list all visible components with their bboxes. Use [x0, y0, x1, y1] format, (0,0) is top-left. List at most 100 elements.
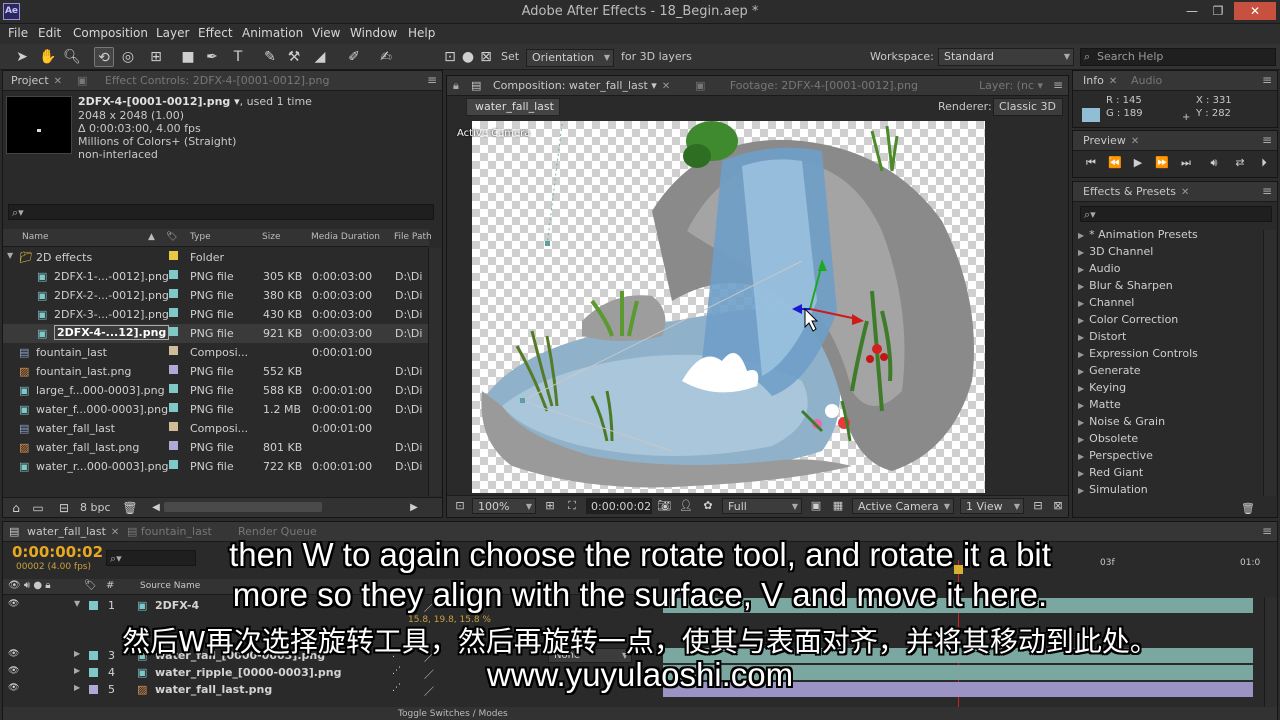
- pan-behind-tool-icon[interactable]: ⊞: [146, 47, 166, 67]
- next-frame-icon[interactable]: ⏩: [1152, 153, 1172, 173]
- ram-preview-icon[interactable]: ⏵: [1254, 153, 1274, 173]
- expand-triangle-icon[interactable]: ▶: [1078, 435, 1084, 444]
- tab-effects-presets[interactable]: Effects & Presets ✕: [1083, 185, 1189, 198]
- puppet-pin-tool-icon[interactable]: ✍: [376, 47, 396, 67]
- tab-preview[interactable]: Preview ✕: [1083, 134, 1139, 147]
- previous-frame-icon[interactable]: ⏪: [1105, 153, 1125, 173]
- effects-category-item[interactable]: ▶ Matte: [1078, 398, 1121, 411]
- column-name[interactable]: Name: [22, 232, 49, 242]
- delete-icon[interactable]: 🗑︎: [1238, 499, 1258, 519]
- interpret-footage-icon[interactable]: ⌂: [6, 498, 26, 518]
- menu-animation[interactable]: Animation: [242, 26, 303, 40]
- always-preview-icon[interactable]: ⊡: [450, 496, 470, 516]
- region-of-interest-icon[interactable]: ▣: [806, 496, 826, 516]
- project-item[interactable]: ▣ water_r...000-0003].png PNG file 722 KB 0:…: [3, 457, 429, 476]
- transparency-grid-icon[interactable]: ▦: [828, 496, 848, 516]
- roto-brush-tool-icon[interactable]: ✐: [344, 47, 364, 67]
- effects-search-input[interactable]: ⌕▾: [1080, 206, 1272, 222]
- column-file-path[interactable]: File Path: [394, 232, 432, 242]
- label-color-swatch[interactable]: [169, 422, 178, 431]
- world-axis-mode-icon[interactable]: ●: [458, 47, 478, 67]
- expand-triangle-icon[interactable]: ▶: [1078, 418, 1084, 427]
- brush-tool-icon[interactable]: ✎: [260, 47, 280, 67]
- effects-category-item[interactable]: ▶ Noise & Grain: [1078, 415, 1165, 428]
- close-button[interactable]: ✕: [1234, 2, 1276, 20]
- snapshot-icon[interactable]: 📷︎: [654, 496, 674, 516]
- label-color-swatch[interactable]: [169, 346, 178, 355]
- effects-category-item[interactable]: ▶ Distort: [1078, 330, 1126, 343]
- delete-icon[interactable]: 🗑︎: [120, 498, 140, 518]
- effects-category-item[interactable]: ▶ Red Giant: [1078, 466, 1143, 479]
- project-item[interactable]: ▣ 2DFX-2-...-0012].png PNG file 380 KB 0:00:…: [3, 286, 429, 305]
- channel-icon[interactable]: ✿: [698, 496, 718, 516]
- effects-category-item[interactable]: ▶ Blur & Sharpen: [1078, 279, 1173, 292]
- effects-category-item[interactable]: ▶ Color Correction: [1078, 313, 1178, 326]
- workspace-dropdown[interactable]: Standard ▼: [938, 48, 1074, 66]
- project-item[interactable]: ▣ 2DFX-3-...-0012].png PNG file 430 KB 0:00:…: [3, 305, 429, 324]
- new-folder-icon[interactable]: ▭: [28, 498, 48, 518]
- expand-triangle-icon[interactable]: ▶: [1078, 265, 1084, 274]
- label-color-swatch[interactable]: [169, 327, 178, 336]
- type-tool-icon[interactable]: T: [228, 47, 248, 67]
- menu-window[interactable]: Window: [350, 26, 397, 40]
- local-axis-mode-icon[interactable]: ⊡: [440, 47, 460, 67]
- label-color-swatch[interactable]: [169, 403, 178, 412]
- label-color-swatch[interactable]: [169, 308, 178, 317]
- expand-triangle-icon[interactable]: ▶: [1078, 367, 1084, 376]
- expand-triangle-icon[interactable]: ▶: [1078, 384, 1084, 393]
- toggle-pixel-aspect-icon[interactable]: ⊟: [1028, 496, 1048, 516]
- panel-menu-icon[interactable]: ≡: [1262, 73, 1272, 87]
- camera-view-dropdown[interactable]: Active Camera ▼: [852, 498, 954, 514]
- menu-file[interactable]: File: [8, 26, 28, 40]
- rotate-tool-icon[interactable]: ⟲: [94, 47, 114, 67]
- effects-category-item[interactable]: ▶ Generate: [1078, 364, 1141, 377]
- project-scrollbar[interactable]: [428, 248, 441, 496]
- panel-menu-icon[interactable]: ≡: [1262, 133, 1272, 147]
- view-layout-dropdown[interactable]: 1 View ▼: [960, 498, 1024, 514]
- maximize-button[interactable]: ❐: [1206, 2, 1230, 20]
- tab-audio[interactable]: Audio: [1131, 74, 1162, 87]
- menu-view[interactable]: View: [312, 26, 340, 40]
- toggle-switches-modes-button[interactable]: Toggle Switches / Modes: [398, 709, 508, 719]
- column-size[interactable]: Size: [262, 232, 280, 242]
- effects-category-item[interactable]: ▶ Perspective: [1078, 449, 1153, 462]
- fit-icon[interactable]: ⊞: [540, 496, 560, 516]
- expand-triangle-icon[interactable]: ▶: [1078, 350, 1084, 359]
- project-item[interactable]: ▼ 📁︎ 2D effects Folder: [3, 248, 429, 267]
- pen-tool-icon[interactable]: ✒: [202, 47, 222, 67]
- hand-tool-icon[interactable]: ✋: [38, 47, 58, 67]
- rectangle-tool-icon[interactable]: ■: [178, 47, 198, 67]
- zoom-tool-icon[interactable]: 🔍︎: [62, 47, 82, 67]
- current-time-field[interactable]: 0:00:00:02: [586, 498, 652, 514]
- project-item[interactable]: ▨ water_fall_last.png PNG file 801 KB D:\Di: [3, 438, 429, 457]
- effects-category-item[interactable]: ▶ 3D Channel: [1078, 245, 1153, 258]
- menu-effect[interactable]: Effect: [198, 26, 233, 40]
- comp-flowchart-icon[interactable]: ▤: [471, 79, 481, 92]
- horizontal-scrollbar[interactable]: [164, 502, 322, 512]
- first-frame-icon[interactable]: ⏮: [1081, 153, 1101, 173]
- effects-category-item[interactable]: ▶ Obsolete: [1078, 432, 1138, 445]
- renderer-button[interactable]: Classic 3D: [993, 98, 1063, 116]
- expand-triangle-icon[interactable]: ▶: [1078, 452, 1084, 461]
- lock-icon[interactable]: 🔒︎: [453, 79, 459, 93]
- effects-scrollbar[interactable]: [1263, 230, 1276, 496]
- panel-menu-icon[interactable]: ≡: [1262, 184, 1272, 198]
- eraser-tool-icon[interactable]: ◢: [310, 47, 330, 67]
- project-item[interactable]: ▤ water_fall_last Composi... 0:00:01:00: [3, 419, 429, 438]
- safe-margins-icon[interactable]: ⛶: [562, 496, 582, 516]
- camera-orbit-tool-icon[interactable]: ◎: [118, 47, 138, 67]
- tab-layer[interactable]: Layer: (nc ▾: [979, 79, 1043, 92]
- minimize-button[interactable]: —: [1180, 2, 1204, 20]
- expand-triangle-icon[interactable]: ▶: [1078, 282, 1084, 291]
- scroll-right-icon[interactable]: ▶: [404, 498, 424, 518]
- show-snapshot-icon[interactable]: 👤︎: [676, 496, 696, 516]
- project-item[interactable]: ▣ large_f...000-0003].png PNG file 588 KB 0:…: [3, 381, 429, 400]
- composition-viewer[interactable]: [472, 121, 985, 493]
- effects-category-item[interactable]: ▶ Channel: [1078, 296, 1134, 309]
- zoom-dropdown[interactable]: 100% ▼: [472, 498, 536, 514]
- expand-triangle-icon[interactable]: ▶: [1078, 469, 1084, 478]
- expand-triangle-icon[interactable]: ▶: [1078, 486, 1084, 495]
- menu-help[interactable]: Help: [408, 26, 435, 40]
- view-axis-mode-icon[interactable]: ⊠: [476, 47, 496, 67]
- label-color-swatch[interactable]: [169, 441, 178, 450]
